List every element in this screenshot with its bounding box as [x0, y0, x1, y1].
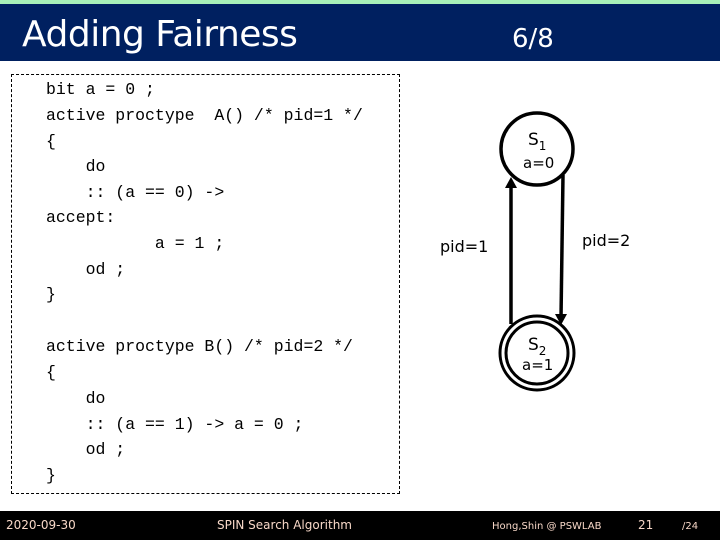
code-line: do: [46, 389, 106, 408]
transition-pid1: pid=1: [440, 177, 517, 324]
code-line: accept:: [46, 208, 116, 227]
footer-topic: SPIN Search Algorithm: [217, 518, 352, 532]
code-line: active proctype A() /* pid=1 */: [46, 106, 363, 125]
code-listing: bit a = 0 ; active proctype A() /* pid=1…: [11, 74, 400, 494]
slide-title: Adding Fairness: [22, 14, 298, 55]
code-line: {: [46, 363, 56, 382]
state-s2: S2 a=1: [498, 314, 576, 392]
code-line: od ;: [46, 260, 126, 279]
transition-pid1-label: pid=1: [440, 237, 488, 256]
code-line: active proctype B() /* pid=2 */: [46, 337, 353, 356]
footer-author: Hong,Shin @ PSWLAB: [492, 521, 602, 532]
code-line: bit a = 0 ;: [46, 80, 155, 99]
code-line: do: [46, 157, 106, 176]
transition-pid2-label: pid=2: [582, 231, 630, 250]
code-line: :: (a == 0) ->: [46, 183, 225, 202]
state-s1-value: a=0: [523, 154, 554, 172]
code-line: {: [46, 132, 56, 151]
state-s2-value: a=1: [522, 356, 553, 374]
transition-pid2: pid=2: [555, 174, 630, 325]
code-line: a = 1 ;: [46, 234, 225, 253]
transition-pid2-line: [559, 174, 565, 319]
footer-page-number: 21: [638, 518, 654, 532]
state-s1: S1 a=0: [499, 111, 575, 187]
code-line: :: (a == 1) -> a = 0 ;: [46, 415, 304, 434]
footer-date: 2020-09-30: [6, 518, 76, 532]
slide-footer: 2020-09-30 SPIN Search Algorithm Hong,Sh…: [0, 511, 720, 540]
slide-step-counter: 6/8: [512, 24, 554, 54]
state-diagram: S1 a=0 S2 a=1 pid=1 pid=2: [440, 111, 630, 392]
footer-page-total: /24: [682, 521, 699, 532]
code-line: }: [46, 466, 56, 485]
code-line: }: [46, 285, 56, 304]
code-line: od ;: [46, 440, 126, 459]
slide-header: Adding Fairness 6/8: [0, 4, 720, 61]
